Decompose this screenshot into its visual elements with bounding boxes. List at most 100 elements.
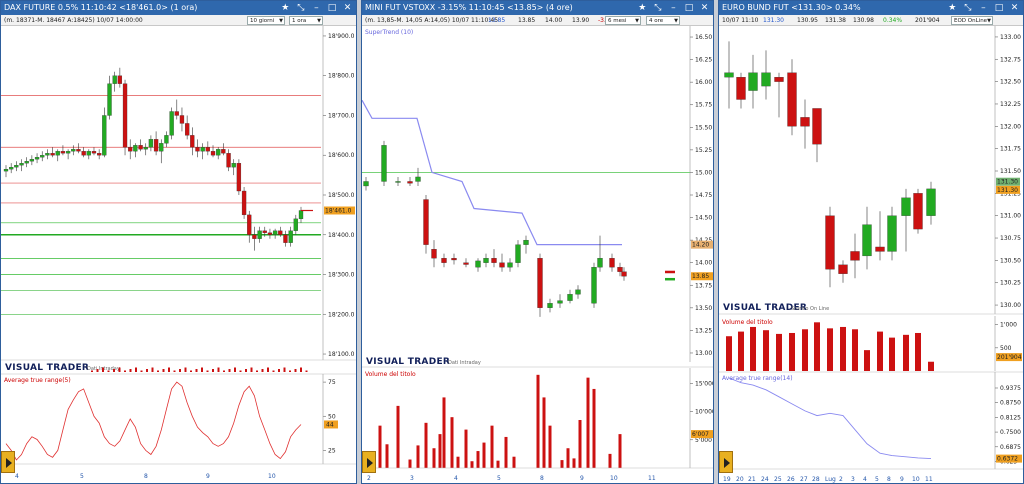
quote-low: 130.98 xyxy=(853,17,874,24)
volume-bar xyxy=(272,370,275,372)
price-tick-label: 133.00 xyxy=(1000,34,1021,41)
interval-select[interactable]: 1 ora ▼ xyxy=(289,16,323,25)
expand-arrow-button[interactable] xyxy=(719,451,733,473)
favorite-star-icon[interactable]: ★ xyxy=(279,1,292,15)
period-select[interactable]: 10 giorni ▼ xyxy=(247,16,285,25)
window-title-bar[interactable]: MINI FUT VSTOXX -3.15% 11:10:45 <13.85> … xyxy=(362,1,713,15)
price-tick-label: 16.25 xyxy=(695,57,712,64)
overlay-title: SuperTrend (10) xyxy=(365,29,413,36)
price-tick-label: 18'700.0 xyxy=(328,112,355,119)
bearish-candle xyxy=(262,230,267,233)
maximize-icon[interactable]: □ xyxy=(992,1,1005,15)
bullish-candle xyxy=(112,75,117,84)
interval-select[interactable]: 4 ore ▼ xyxy=(646,16,680,25)
bearish-candle xyxy=(431,249,437,259)
price-tick-label: 15.00 xyxy=(695,169,712,176)
window-controls: ★ ⤡ – □ ✕ xyxy=(946,1,1021,15)
minimize-icon[interactable]: – xyxy=(977,1,990,15)
bund-chart-area[interactable]: 133.00 132.75 132.50 132.25 132.00 131.75 131.… xyxy=(719,26,1023,484)
volume-bar xyxy=(776,333,782,371)
bearish-candle xyxy=(617,267,623,272)
maximize-icon[interactable]: □ xyxy=(682,1,695,15)
price-tick-label: 13.25 xyxy=(695,327,712,334)
volume-bar xyxy=(903,334,909,371)
favorite-star-icon[interactable]: ★ xyxy=(636,1,649,15)
period-select[interactable]: 6 mesi ▼ xyxy=(605,16,641,25)
drawing-tool-icon[interactable]: ⤡ xyxy=(961,1,974,15)
bearish-candle xyxy=(499,262,505,268)
indicator-title: Average true range(5) xyxy=(4,377,71,384)
data-source-label: Storico On Line xyxy=(791,306,829,312)
volume-bar xyxy=(234,367,236,372)
bullish-candle xyxy=(381,145,387,182)
volume-bar xyxy=(190,370,192,372)
window-title-bar[interactable]: DAX FUTURE 0.5% 11:10:42 <18'461.0> (1 o… xyxy=(1,1,356,15)
vstoxx-chart-area[interactable]: 16.50 16.25 16.00 15.75 15.50 15.25 15.00 14.75… xyxy=(362,26,713,484)
time-label: 27 xyxy=(800,476,808,483)
dax-chart-area[interactable]: 18'900.0 18'800.0 18'700.0 18'600.0 18'500.0… xyxy=(1,26,356,484)
time-label: 9 xyxy=(580,475,584,482)
bullish-candle xyxy=(164,135,169,144)
minimize-icon[interactable]: – xyxy=(310,1,323,15)
indicator-tick-label: 15'000 xyxy=(695,380,713,387)
volume-bar xyxy=(470,461,474,468)
bearish-candle xyxy=(153,139,159,152)
time-label: 25 xyxy=(774,476,782,483)
volume-bar xyxy=(396,405,400,468)
atr-line xyxy=(728,377,932,460)
quote-open: 13.85 xyxy=(518,17,536,24)
bullish-candle xyxy=(523,239,529,245)
bullish-candle xyxy=(547,303,553,308)
time-label: 3 xyxy=(851,476,855,483)
price-tick-label: 130.00 xyxy=(1000,302,1021,309)
volume-bar xyxy=(827,328,833,371)
volume-bar xyxy=(456,456,460,468)
volume-bar xyxy=(542,397,546,468)
volume-bar xyxy=(129,369,132,372)
data-source-label: Dati Intraday xyxy=(448,360,481,366)
bullish-candle xyxy=(293,218,298,231)
minimize-icon[interactable]: – xyxy=(667,1,680,15)
bearish-candle xyxy=(774,77,784,82)
volume-bar xyxy=(928,361,934,371)
volume-bar xyxy=(217,367,220,372)
volume-bar xyxy=(179,369,181,372)
bearish-candle xyxy=(76,149,81,152)
close-icon[interactable]: ✕ xyxy=(1008,1,1021,15)
bearish-candle xyxy=(91,151,97,154)
time-label: 2 xyxy=(367,475,371,482)
bullish-candle xyxy=(761,72,771,87)
bullish-candle xyxy=(24,161,29,164)
bullish-candle xyxy=(34,157,40,160)
window-title-bar[interactable]: EURO BUND FUT <131.30> 0.34% ★ ⤡ – □ ✕ xyxy=(719,1,1023,15)
volume-bar xyxy=(146,369,148,372)
price-tick-label: 13.00 xyxy=(695,350,712,357)
favorite-star-icon[interactable]: ★ xyxy=(946,1,959,15)
bearish-candle xyxy=(736,77,746,100)
drawing-tool-icon[interactable]: ⤡ xyxy=(294,1,307,15)
last-price-label-b: 131.30 xyxy=(997,179,1018,186)
indicator-tick-label: 0.8125 xyxy=(1000,414,1021,421)
price-tick-label: 15.75 xyxy=(695,102,712,109)
volume-bar xyxy=(140,370,143,372)
bullish-candle xyxy=(133,145,138,152)
close-icon[interactable]: ✕ xyxy=(341,1,354,15)
bearish-candle xyxy=(184,123,190,136)
bearish-candle xyxy=(491,258,497,263)
bullish-candle xyxy=(272,230,278,235)
time-label: 10 xyxy=(912,476,920,483)
quote-info-bar: (m. 18371-M. 18467 A:18425) 10/07 14:00:… xyxy=(1,15,356,26)
source-select[interactable]: EOD OnLine ▼ xyxy=(951,16,993,25)
volume-bar xyxy=(228,369,231,372)
price-tick-label: 18'300.0 xyxy=(328,272,355,279)
drawing-tool-icon[interactable]: ⤡ xyxy=(651,1,664,15)
close-icon[interactable]: ✕ xyxy=(698,1,711,15)
time-label: 19 xyxy=(723,476,731,483)
volume-bar xyxy=(124,370,126,372)
expand-arrow-button[interactable] xyxy=(362,451,376,473)
expand-arrow-button[interactable] xyxy=(1,451,15,473)
time-label: 21 xyxy=(748,476,756,483)
volume-bar xyxy=(250,367,253,372)
maximize-icon[interactable]: □ xyxy=(325,1,338,15)
volume-bar xyxy=(245,369,247,372)
